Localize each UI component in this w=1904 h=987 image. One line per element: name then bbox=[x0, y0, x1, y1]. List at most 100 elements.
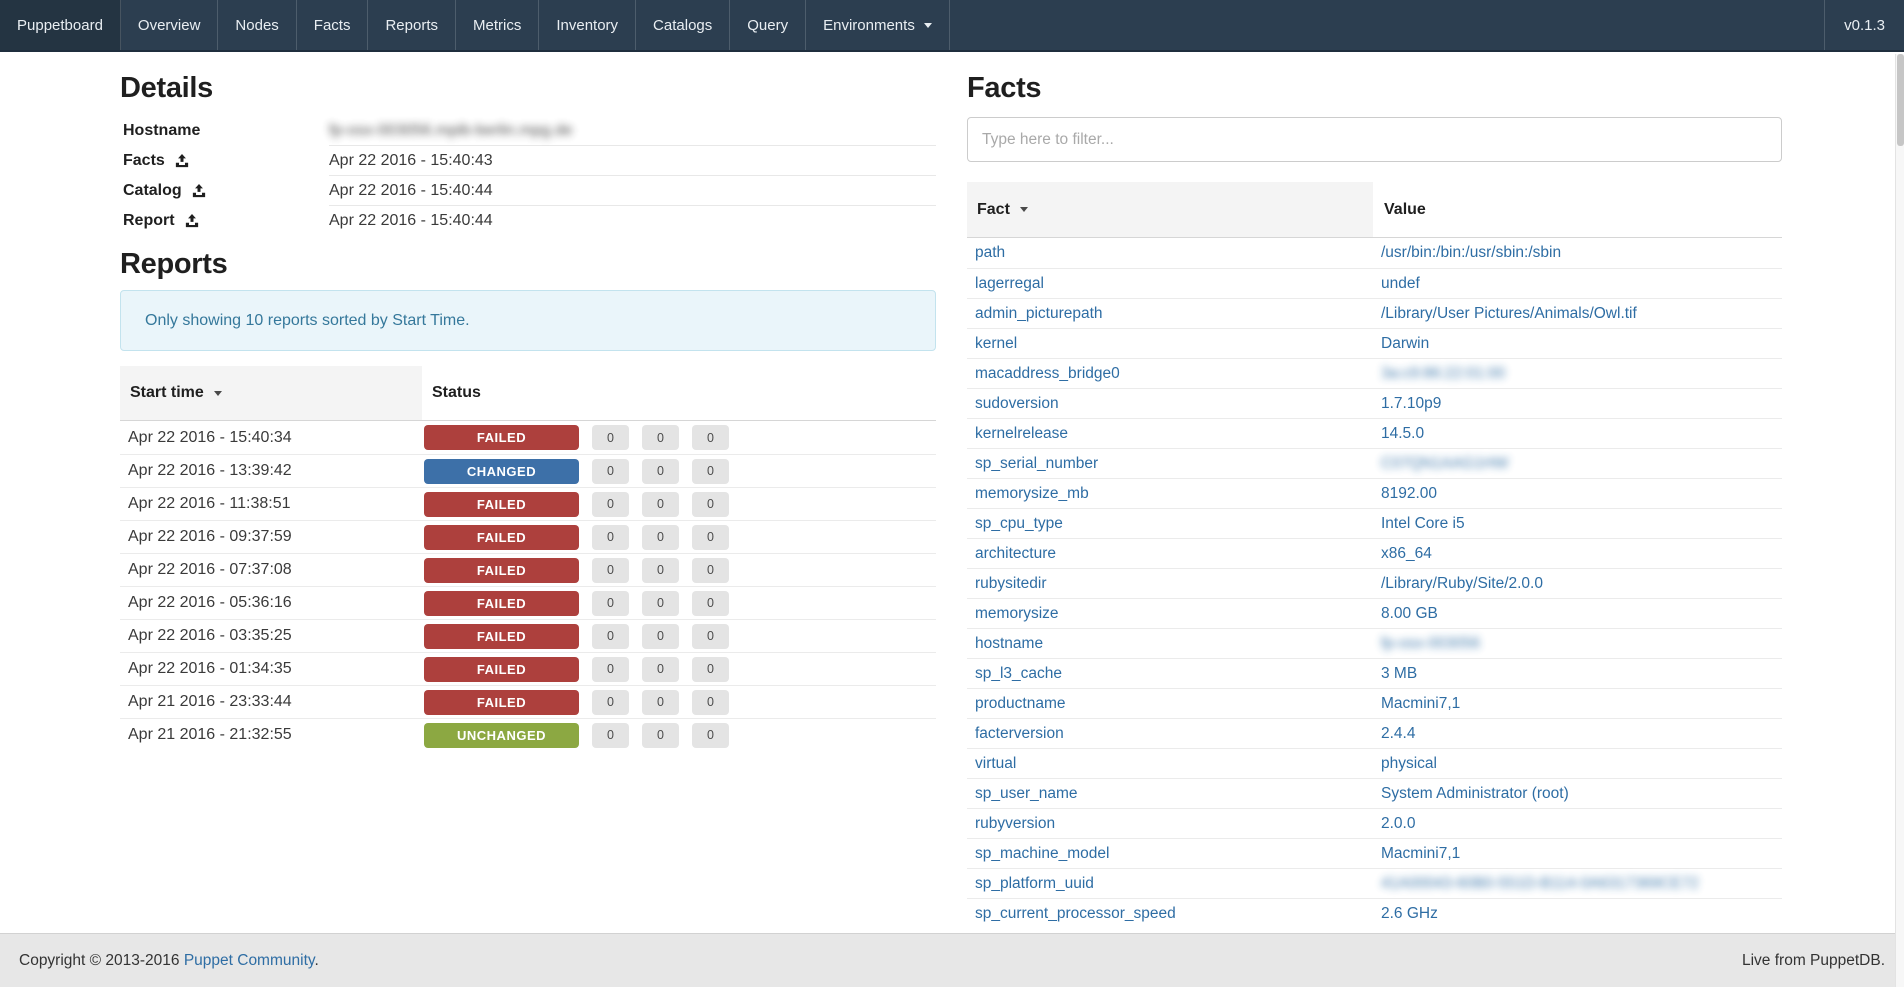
nav-item-query[interactable]: Query bbox=[730, 0, 806, 50]
fact-name-link[interactable]: memorysize_mb bbox=[975, 485, 1089, 502]
report-start-time: Apr 22 2016 - 01:34:35 bbox=[120, 660, 422, 678]
fact-value-link[interactable]: 14.5.0 bbox=[1381, 425, 1424, 442]
details-value: Apr 22 2016 - 15:40:44 bbox=[329, 176, 936, 206]
report-status-badge[interactable]: FAILED bbox=[424, 525, 579, 550]
fact-name-link[interactable]: sp_platform_uuid bbox=[975, 875, 1094, 892]
puppet-community-link[interactable]: Puppet Community bbox=[184, 952, 315, 969]
fact-value-link[interactable]: 3a:c9:86:22:01:00 bbox=[1381, 365, 1505, 382]
fact-value-link[interactable]: C07QN1AAG1HW bbox=[1381, 455, 1508, 472]
details-row: Catalog Apr 22 2016 - 15:40:44 bbox=[120, 176, 936, 206]
fact-value-link[interactable]: Macmini7,1 bbox=[1381, 695, 1460, 712]
fact-name-link[interactable]: macaddress_bridge0 bbox=[975, 365, 1120, 382]
column-header-start-time[interactable]: Start time bbox=[120, 366, 422, 420]
fact-name-link[interactable]: virtual bbox=[975, 755, 1016, 772]
fact-value-link[interactable]: System Administrator (root) bbox=[1381, 785, 1569, 802]
fact-row: memorysize_mb 8192.00 bbox=[967, 478, 1782, 508]
fact-value-link[interactable]: 2.0.0 bbox=[1381, 815, 1415, 832]
fact-row: memorysize 8.00 GB bbox=[967, 598, 1782, 628]
fact-row: sp_platform_uuid 41A00043-60B0-551D-B114… bbox=[967, 868, 1782, 898]
upload-icon[interactable] bbox=[175, 154, 189, 168]
fact-value-link[interactable]: 8192.00 bbox=[1381, 485, 1437, 502]
nav-item-catalogs[interactable]: Catalogs bbox=[636, 0, 730, 50]
report-start-time: Apr 22 2016 - 13:39:42 bbox=[120, 462, 422, 480]
report-status-badge[interactable]: FAILED bbox=[424, 558, 579, 583]
fact-value-link[interactable]: Intel Core i5 bbox=[1381, 515, 1465, 532]
fact-name-link[interactable]: sp_user_name bbox=[975, 785, 1078, 802]
nav-item-overview[interactable]: Overview bbox=[121, 0, 219, 50]
fact-value-link[interactable]: /Library/User Pictures/Animals/Owl.tif bbox=[1381, 305, 1637, 322]
report-status-badge[interactable]: FAILED bbox=[424, 624, 579, 649]
report-status-badge[interactable]: FAILED bbox=[424, 591, 579, 616]
fact-name-link[interactable]: rubysitedir bbox=[975, 575, 1047, 592]
fact-value-link[interactable]: undef bbox=[1381, 275, 1420, 292]
fact-name-link[interactable]: kernel bbox=[975, 335, 1017, 352]
report-row: Apr 22 2016 - 03:35:25 FAILED 000 bbox=[120, 619, 936, 652]
scrollbar-thumb[interactable] bbox=[1897, 54, 1904, 146]
report-status-badge[interactable]: CHANGED bbox=[424, 459, 579, 484]
report-status-badge[interactable]: FAILED bbox=[424, 425, 579, 450]
fact-name-link[interactable]: sp_l3_cache bbox=[975, 665, 1062, 682]
fact-value-link[interactable]: 3 MB bbox=[1381, 665, 1417, 682]
fact-name-link[interactable]: sp_machine_model bbox=[975, 845, 1109, 862]
fact-name-link[interactable]: memorysize bbox=[975, 605, 1059, 622]
fact-value-link[interactable]: 2.4.4 bbox=[1381, 725, 1415, 742]
report-row: Apr 22 2016 - 05:36:16 FAILED 000 bbox=[120, 586, 936, 619]
fact-value-link[interactable]: fp-osx-003056 bbox=[1381, 635, 1480, 652]
fact-value-link[interactable]: 2.6 GHz bbox=[1381, 905, 1438, 922]
nav-item-environments[interactable]: Environments bbox=[806, 0, 950, 50]
report-count-badge: 0 bbox=[592, 723, 629, 748]
fact-name-link[interactable]: productname bbox=[975, 695, 1065, 712]
report-count-badge: 0 bbox=[592, 591, 629, 616]
fact-name-link[interactable]: kernelrelease bbox=[975, 425, 1068, 442]
column-header-status: Status bbox=[422, 366, 936, 420]
nav-item-nodes[interactable]: Nodes bbox=[218, 0, 296, 50]
fact-name-link[interactable]: path bbox=[975, 244, 1005, 261]
facts-filter-input[interactable] bbox=[967, 117, 1782, 162]
nav-item-facts[interactable]: Facts bbox=[297, 0, 369, 50]
fact-row: architecture x86_64 bbox=[967, 538, 1782, 568]
fact-value-link[interactable]: 41A00043-60B0-551D-B114-0A6317369CE72 bbox=[1381, 875, 1699, 892]
fact-value-link[interactable]: x86_64 bbox=[1381, 545, 1432, 562]
details-row: Hostname fp-osx-003056.mpib-berlin.mpg.d… bbox=[120, 116, 936, 146]
report-count-badge: 0 bbox=[592, 425, 629, 450]
fact-name-link[interactable]: rubyversion bbox=[975, 815, 1055, 832]
fact-name-link[interactable]: facterversion bbox=[975, 725, 1064, 742]
fact-value-link[interactable]: 1.7.10p9 bbox=[1381, 395, 1441, 412]
report-count-badge: 0 bbox=[692, 492, 729, 517]
facts-table: Fact Value path /usr/bin:/bin:/usr/sbin:… bbox=[967, 182, 1782, 928]
nav-item-reports[interactable]: Reports bbox=[368, 0, 456, 50]
fact-name-link[interactable]: lagerregal bbox=[975, 275, 1044, 292]
report-count-badge: 0 bbox=[642, 690, 679, 715]
report-status-badge[interactable]: FAILED bbox=[424, 690, 579, 715]
report-status-badge[interactable]: FAILED bbox=[424, 657, 579, 682]
nav-brand[interactable]: Puppetboard bbox=[0, 0, 121, 50]
report-count-badge: 0 bbox=[592, 624, 629, 649]
fact-value-link[interactable]: physical bbox=[1381, 755, 1437, 772]
report-status-badge[interactable]: FAILED bbox=[424, 492, 579, 517]
fact-row: productname Macmini7,1 bbox=[967, 688, 1782, 718]
report-count-badge: 0 bbox=[692, 425, 729, 450]
upload-icon[interactable] bbox=[185, 214, 199, 228]
fact-value-link[interactable]: 8.00 GB bbox=[1381, 605, 1438, 622]
fact-name-link[interactable]: hostname bbox=[975, 635, 1043, 652]
report-status-badge[interactable]: UNCHANGED bbox=[424, 723, 579, 748]
fact-value-link[interactable]: /Library/Ruby/Site/2.0.0 bbox=[1381, 575, 1543, 592]
column-header-fact[interactable]: Fact bbox=[967, 182, 1373, 237]
fact-name-link[interactable]: sudoversion bbox=[975, 395, 1059, 412]
fact-value-link[interactable]: Macmini7,1 bbox=[1381, 845, 1460, 862]
fact-name-link[interactable]: sp_serial_number bbox=[975, 455, 1098, 472]
report-count-badge: 0 bbox=[642, 657, 679, 682]
fact-name-link[interactable]: admin_picturepath bbox=[975, 305, 1103, 322]
fact-name-link[interactable]: sp_cpu_type bbox=[975, 515, 1063, 532]
report-count-badge: 0 bbox=[592, 492, 629, 517]
details-row: Facts Apr 22 2016 - 15:40:43 bbox=[120, 146, 936, 176]
fact-row: kernelrelease 14.5.0 bbox=[967, 418, 1782, 448]
report-start-time: Apr 22 2016 - 09:37:59 bbox=[120, 528, 422, 546]
upload-icon[interactable] bbox=[192, 184, 206, 198]
fact-value-link[interactable]: Darwin bbox=[1381, 335, 1429, 352]
nav-item-metrics[interactable]: Metrics bbox=[456, 0, 539, 50]
fact-value-link[interactable]: /usr/bin:/bin:/usr/sbin:/sbin bbox=[1381, 244, 1561, 261]
nav-item-inventory[interactable]: Inventory bbox=[539, 0, 636, 50]
fact-name-link[interactable]: sp_current_processor_speed bbox=[975, 905, 1176, 922]
fact-name-link[interactable]: architecture bbox=[975, 545, 1056, 562]
